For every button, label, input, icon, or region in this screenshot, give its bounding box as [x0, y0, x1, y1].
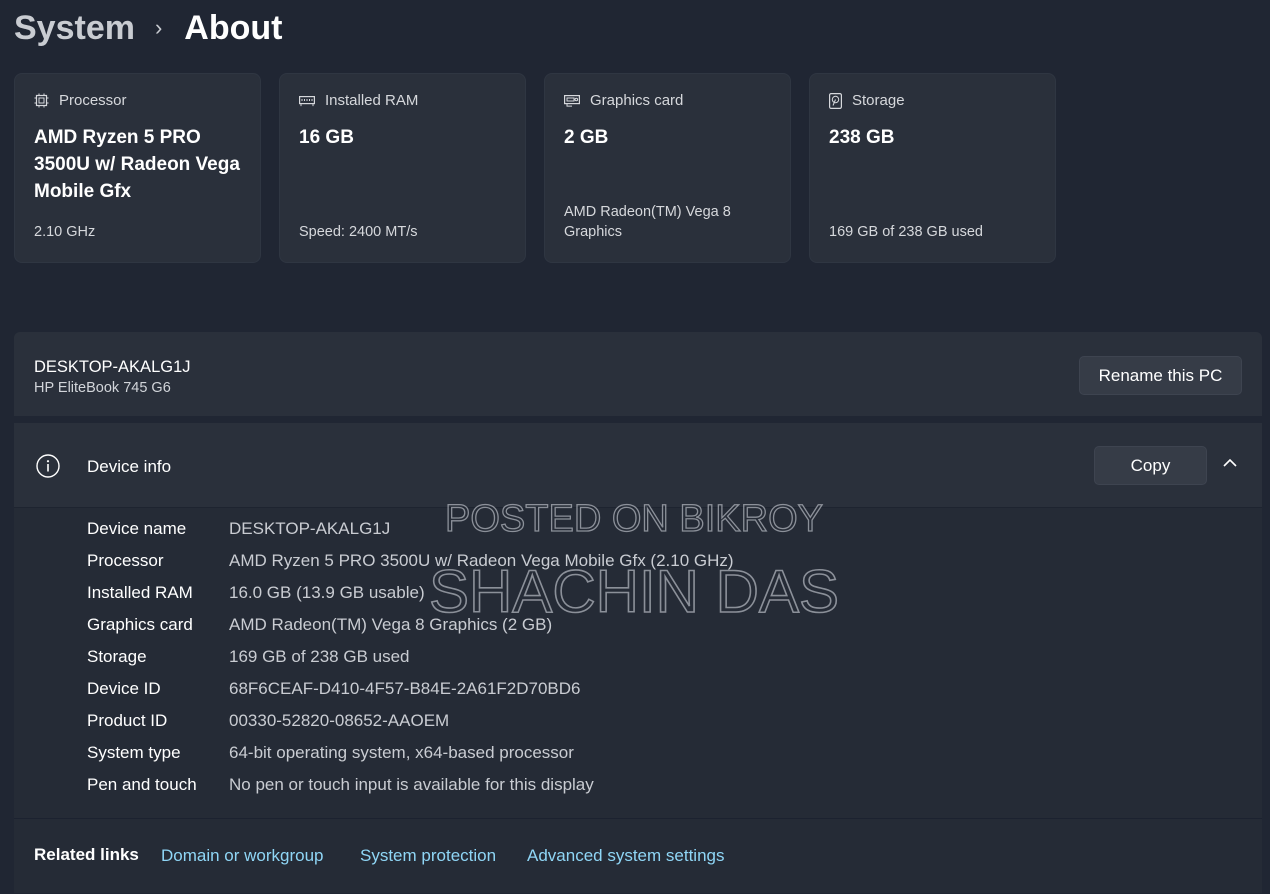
card-value: 16 GB	[299, 127, 354, 148]
spec-row: Pen and touch No pen or touch input is a…	[87, 775, 987, 807]
spec-value: AMD Radeon(TM) Vega 8 Graphics (2 GB)	[229, 615, 553, 634]
link-system-protection[interactable]: System protection	[360, 846, 496, 866]
spec-value: 68F6CEAF-D410-4F57-B84E-2A61F2D70BD6	[229, 679, 581, 698]
card-subtext: AMD Radeon(TM) Vega 8 Graphics	[564, 204, 731, 240]
pc-model: HP EliteBook 745 G6	[34, 380, 171, 396]
spec-row: Installed RAM 16.0 GB (13.9 GB usable)	[87, 583, 987, 615]
card-subtext: 169 GB of 238 GB used	[829, 224, 983, 240]
pc-name: DESKTOP-AKALG1J	[34, 358, 191, 376]
ram-icon	[299, 95, 315, 106]
card-value: 238 GB	[829, 127, 895, 148]
spec-value: AMD Ryzen 5 PRO 3500U w/ Radeon Vega Mob…	[229, 551, 734, 570]
info-icon	[36, 454, 60, 478]
device-info-title: Device info	[87, 457, 172, 476]
breadcrumb: System › About	[14, 6, 282, 50]
spec-label: Installed RAM	[87, 583, 193, 602]
card-installed-ram: Installed RAM 16 GB Speed: 2400 MT/s	[279, 73, 526, 263]
pc-name-panel: DESKTOP-AKALG1J HP EliteBook 745 G6 Rena…	[14, 332, 1262, 416]
breadcrumb-separator: ›	[154, 15, 163, 40]
card-label: Storage	[852, 92, 905, 109]
spec-value: 169 GB of 238 GB used	[229, 647, 410, 666]
spec-row: Device ID 68F6CEAF-D410-4F57-B84E-2A61F2…	[87, 679, 987, 711]
card-label: Installed RAM	[325, 92, 419, 109]
graphics-card-icon	[564, 95, 580, 107]
spec-label: Device ID	[87, 679, 161, 698]
link-domain-or-workgroup[interactable]: Domain or workgroup	[161, 846, 324, 866]
spec-label: Product ID	[87, 711, 168, 730]
spec-label: Graphics card	[87, 615, 193, 634]
chevron-up-icon[interactable]	[1222, 457, 1238, 469]
spec-value: 00330-52820-08652-AAOEM	[229, 711, 450, 730]
spec-label: Storage	[87, 647, 147, 666]
card-subtext: Speed: 2400 MT/s	[299, 224, 418, 240]
related-links: Related links Domain or workgroup System…	[14, 818, 1262, 894]
breadcrumb-system[interactable]: System	[14, 9, 135, 48]
card-label: Graphics card	[590, 92, 684, 109]
card-subtext: 2.10 GHz	[34, 224, 96, 240]
spec-label: Device name	[87, 519, 187, 538]
spec-value: 64-bit operating system, x64-based proce…	[229, 743, 574, 762]
spec-row: Storage 169 GB of 238 GB used	[87, 647, 987, 679]
device-info-panel: Device info Copy Device name DESKTOP-AKA…	[14, 423, 1262, 893]
copy-button[interactable]: Copy	[1094, 446, 1207, 485]
card-storage: Storage 238 GB 169 GB of 238 GB used	[809, 73, 1056, 263]
spec-label: System type	[87, 743, 181, 762]
spec-value: 16.0 GB (13.9 GB usable)	[229, 583, 425, 602]
rename-pc-button[interactable]: Rename this PC	[1079, 356, 1242, 395]
card-label: Processor	[59, 92, 127, 109]
card-processor: Processor AMD Ryzen 5 PRO 3500U w/ Radeo…	[14, 73, 261, 263]
storage-icon	[829, 92, 842, 109]
spec-label: Processor	[87, 551, 164, 570]
processor-icon	[34, 93, 49, 108]
device-info-header[interactable]: Device info Copy	[14, 423, 1262, 508]
spec-value: No pen or touch input is available for t…	[229, 775, 594, 794]
related-links-label: Related links	[34, 845, 139, 864]
card-value: AMD Ryzen 5 PRO 3500U w/ Radeon Vega Mob…	[34, 127, 240, 202]
card-value: 2 GB	[564, 127, 609, 148]
spec-row: Device name DESKTOP-AKALG1J	[87, 519, 987, 551]
spec-row: System type 64-bit operating system, x64…	[87, 743, 987, 775]
spec-row: Product ID 00330-52820-08652-AAOEM	[87, 711, 987, 743]
spec-row: Processor AMD Ryzen 5 PRO 3500U w/ Radeo…	[87, 551, 987, 583]
link-advanced-system-settings[interactable]: Advanced system settings	[527, 846, 724, 866]
spec-value: DESKTOP-AKALG1J	[229, 519, 391, 538]
spec-label: Pen and touch	[87, 775, 197, 794]
page-title: About	[184, 8, 283, 47]
spec-row: Graphics card AMD Radeon(TM) Vega 8 Grap…	[87, 615, 987, 647]
card-graphics-card: Graphics card 2 GB AMD Radeon(TM) Vega 8…	[544, 73, 791, 263]
